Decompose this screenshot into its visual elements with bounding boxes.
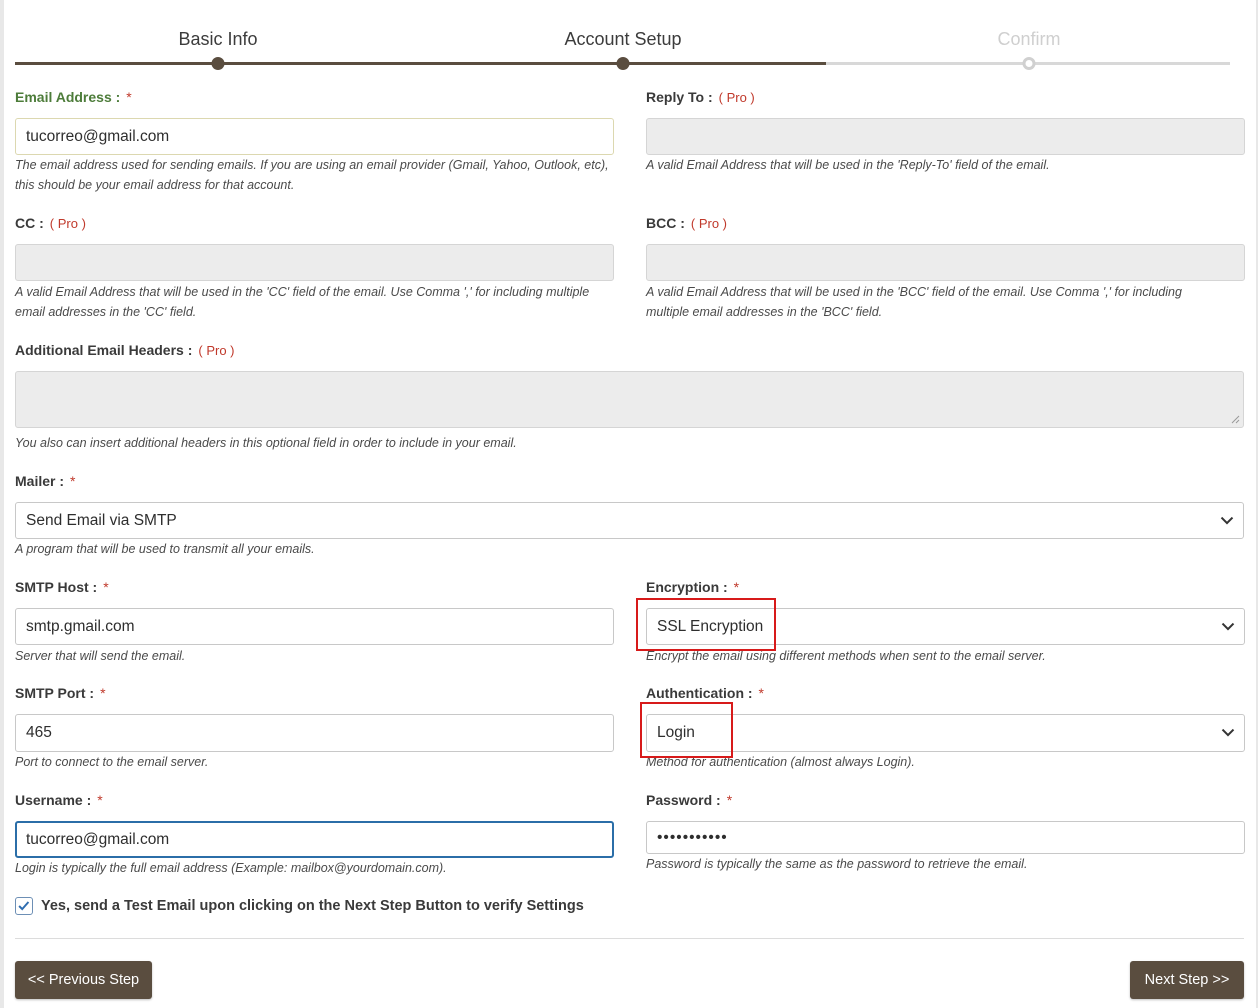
password-label: Password : * — [646, 792, 732, 808]
email-address-value: tucorreo@gmail.com — [26, 127, 170, 145]
password-help: Password is typically the same as the pa… — [646, 857, 1028, 871]
encryption-label: Encryption : * — [646, 579, 739, 595]
smtp-port-value: 465 — [26, 724, 52, 741]
mailer-value: Send Email via SMTP — [26, 511, 177, 529]
bcc-label: BCC : ( Pro ) — [646, 215, 727, 231]
required-mark: * — [758, 685, 764, 701]
pro-badge: ( Pro ) — [49, 216, 86, 231]
cc-help: A valid Email Address that will be used … — [15, 285, 590, 319]
password-input[interactable]: ••••••••••• — [646, 821, 1245, 854]
smtp-host-label-text: SMTP Host : — [15, 579, 98, 595]
chevron-down-icon — [1221, 728, 1235, 737]
step-account-setup[interactable]: Account Setup — [564, 29, 681, 50]
required-mark: * — [70, 473, 76, 489]
encryption-label-text: Encryption : — [646, 579, 728, 595]
authentication-label-text: Authentication : — [646, 685, 753, 701]
smtp-port-help: Port to connect to the email server. — [15, 755, 209, 769]
step-account-setup-dot — [616, 57, 630, 70]
authentication-label: Authentication : * — [646, 685, 764, 701]
mailer-select[interactable]: Send Email via SMTP — [15, 502, 1244, 539]
mailer-help: A program that will be used to transmit … — [15, 542, 315, 556]
cc-label: CC : ( Pro ) — [15, 215, 86, 231]
next-step-button[interactable]: Next Step >> — [1130, 961, 1244, 999]
previous-step-button[interactable]: << Previous Step — [15, 961, 152, 999]
step-basic-info[interactable]: Basic Info — [178, 29, 257, 50]
email-address-help: The email address used for sending email… — [15, 158, 609, 192]
password-value: ••••••••••• — [657, 828, 728, 846]
additional-headers-label-text: Additional Email Headers : — [15, 342, 193, 358]
required-mark: * — [726, 792, 733, 808]
bcc-input — [646, 244, 1245, 281]
bcc-label-text: BCC : — [646, 215, 685, 231]
authentication-help: Method for authentication (almost always… — [646, 755, 915, 769]
email-address-label: Email Address : * — [15, 89, 132, 105]
pro-badge: ( Pro ) — [718, 90, 755, 105]
encryption-select[interactable]: SSL Encryption — [646, 608, 1245, 645]
form-divider — [15, 938, 1244, 939]
additional-headers-textarea — [15, 371, 1244, 428]
chevron-down-icon — [1221, 622, 1235, 630]
chevron-down-icon — [1220, 516, 1234, 524]
required-mark: * — [103, 579, 109, 595]
checkmark-icon — [18, 901, 30, 911]
mailer-label: Mailer : * — [15, 473, 75, 489]
bcc-help: A valid Email Address that will be used … — [646, 285, 1182, 319]
smtp-host-value: smtp.gmail.com — [26, 617, 135, 635]
username-input[interactable]: tucorreo@gmail.com — [15, 821, 614, 858]
smtp-port-label: SMTP Port : * — [15, 685, 106, 701]
reply-to-help: A valid Email Address that will be used … — [646, 158, 1050, 172]
pro-badge: ( Pro ) — [198, 343, 235, 358]
left-frame-border — [0, 0, 4, 1008]
additional-headers-label: Additional Email Headers : ( Pro ) — [15, 342, 235, 358]
required-mark: * — [97, 792, 103, 808]
cc-label-text: CC : — [15, 215, 44, 231]
resize-handle-icon — [1231, 415, 1240, 424]
step-confirm-dot — [1022, 57, 1036, 70]
encryption-value: SSL Encryption — [657, 617, 764, 635]
username-label: Username : * — [15, 792, 103, 808]
mailer-label-text: Mailer : — [15, 473, 65, 489]
encryption-help: Encrypt the email using different method… — [646, 649, 1046, 663]
stepper-progress-done — [15, 62, 826, 65]
email-address-input[interactable]: tucorreo@gmail.com — [15, 118, 614, 155]
username-label-text: Username : — [15, 792, 92, 808]
reply-to-label-text: Reply To : — [646, 89, 713, 105]
email-address-label-text: Email Address : — [15, 89, 121, 105]
smtp-port-input[interactable]: 465 — [15, 714, 614, 752]
reply-to-label: Reply To : ( Pro ) — [646, 89, 755, 105]
test-email-checkbox[interactable] — [15, 897, 33, 915]
pro-badge: ( Pro ) — [690, 216, 728, 231]
smtp-host-help: Server that will send the email. — [15, 649, 186, 663]
required-mark: * — [100, 685, 106, 701]
username-value: tucorreo@gmail.com — [26, 830, 170, 848]
reply-to-input — [646, 118, 1245, 155]
required-mark: * — [733, 579, 740, 595]
step-basic-info-dot — [211, 57, 225, 70]
username-help: Login is typically the full email addres… — [15, 861, 447, 875]
password-label-text: Password : — [646, 792, 721, 808]
additional-headers-help: You also can insert additional headers i… — [15, 436, 517, 450]
test-email-label[interactable]: Yes, send a Test Email upon clicking on … — [41, 898, 584, 914]
smtp-port-label-text: SMTP Port : — [15, 685, 95, 701]
authentication-select[interactable]: Login — [646, 714, 1245, 752]
smtp-host-input[interactable]: smtp.gmail.com — [15, 608, 614, 645]
authentication-value: Login — [657, 724, 695, 741]
required-mark: * — [126, 89, 132, 105]
smtp-host-label: SMTP Host : * — [15, 579, 109, 595]
step-confirm: Confirm — [997, 29, 1061, 49]
cc-input — [15, 244, 614, 281]
